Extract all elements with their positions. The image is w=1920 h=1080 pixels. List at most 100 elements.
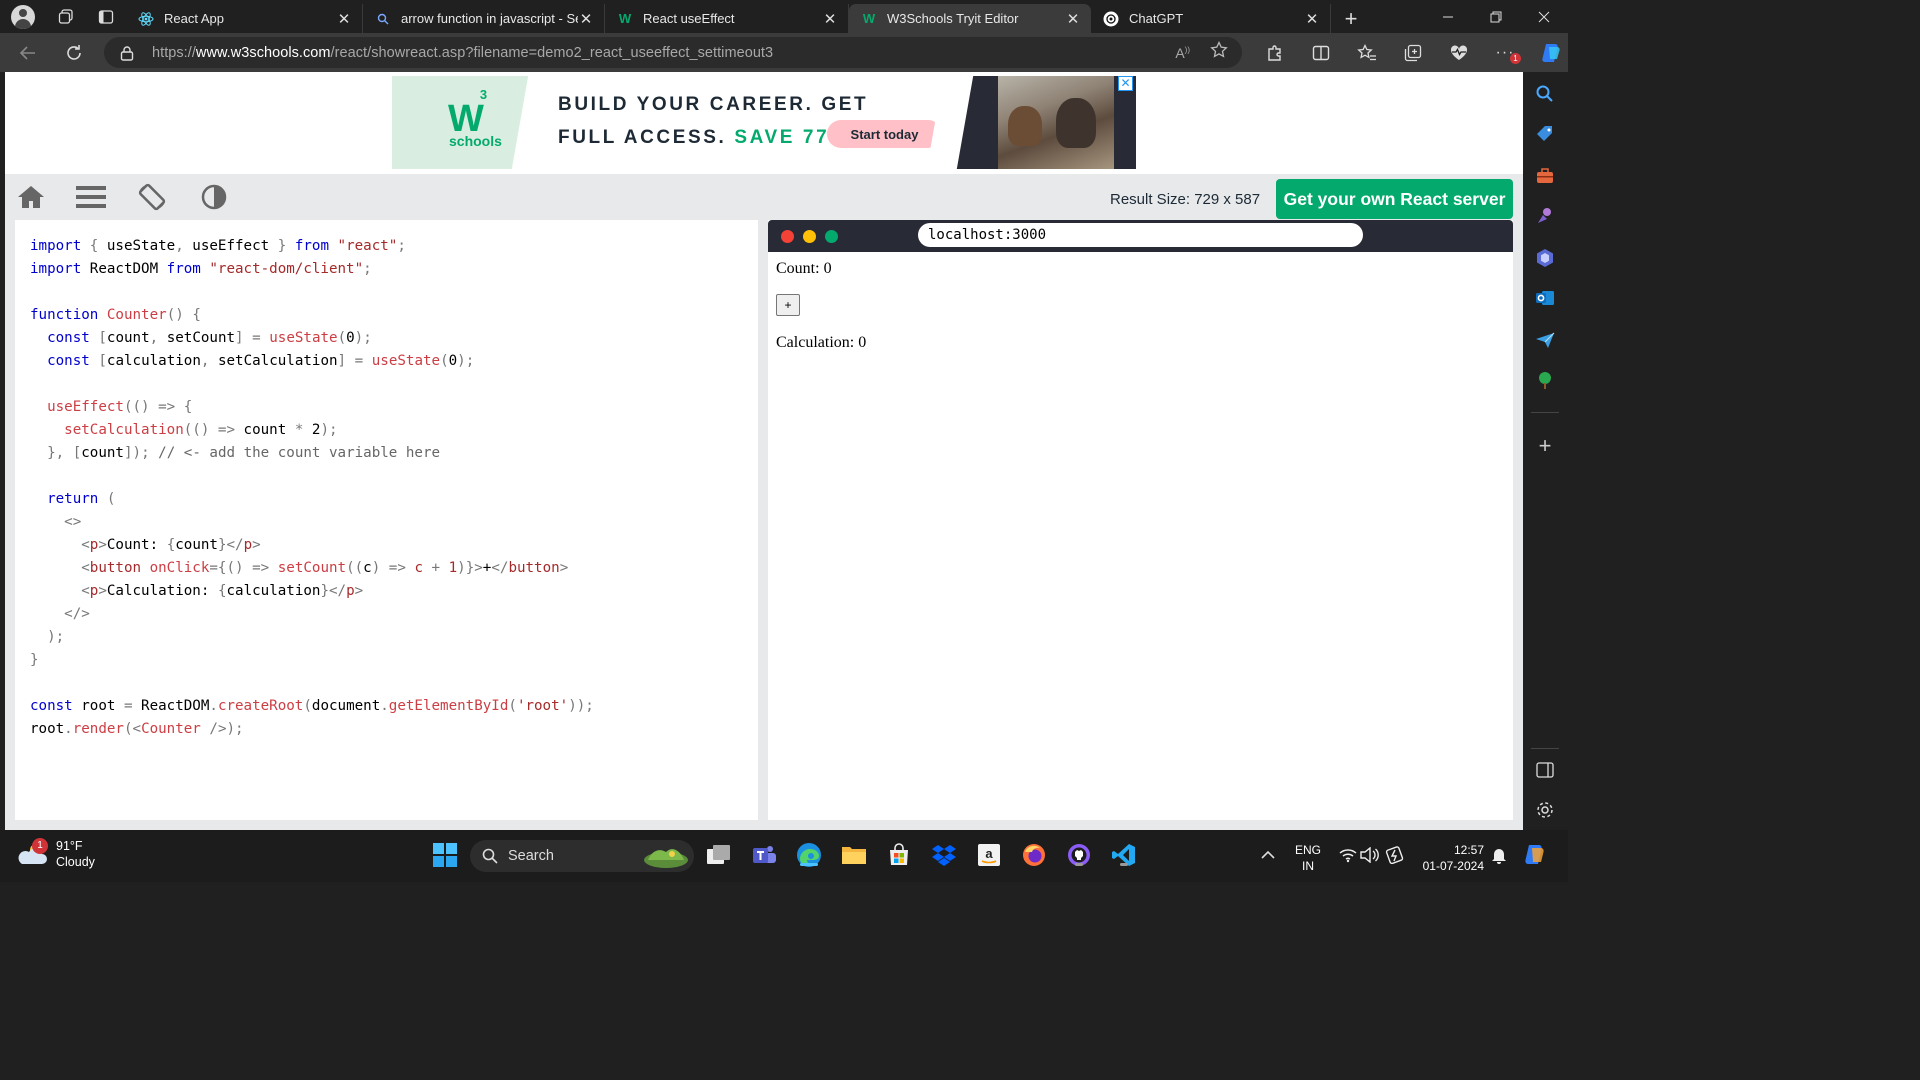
- profile-button[interactable]: [0, 0, 46, 33]
- tab-actions-button[interactable]: [86, 0, 126, 33]
- extensions-button[interactable]: [1252, 33, 1298, 72]
- windows-taskbar: 1 91°F Cloudy Search a ENG IN 12:57 01-0…: [0, 830, 1568, 882]
- w3schools-logo-text: schools: [449, 133, 502, 149]
- close-tab-icon[interactable]: ✕: [1304, 10, 1320, 28]
- menu-button[interactable]: [76, 182, 106, 212]
- teams-button[interactable]: [749, 840, 779, 870]
- firefox-icon: [1023, 844, 1045, 866]
- tab-search[interactable]: arrow function in javascript - Sea ✕: [363, 4, 605, 33]
- start-button[interactable]: [430, 840, 460, 870]
- ad-start-today-button[interactable]: Start today: [827, 120, 942, 148]
- home-icon: [18, 186, 44, 208]
- code-line-5: const [count, setCount] = useState(0);: [47, 330, 372, 346]
- sidebar-tools-button[interactable]: [1533, 164, 1557, 188]
- sidebar-outlook-button[interactable]: [1533, 286, 1557, 310]
- new-tab-button[interactable]: +: [1331, 4, 1371, 33]
- windows-logo-icon: [433, 843, 457, 867]
- tab-strip: React App ✕ arrow function in javascript…: [0, 0, 1568, 33]
- tab-title: React App: [164, 11, 224, 26]
- code-line-4: function Counter() {: [30, 307, 201, 323]
- sidebar-shopping-button[interactable]: [1533, 122, 1557, 146]
- sidebar-settings-button[interactable]: [1533, 798, 1557, 822]
- close-tab-icon[interactable]: ✕: [1065, 10, 1081, 28]
- time-text: 12:57: [1453, 843, 1484, 857]
- code-line-6: const [calculation, setCalculation] = us…: [47, 353, 475, 369]
- copilot-icon: [1542, 43, 1560, 62]
- sidebar-games-button[interactable]: [1533, 204, 1557, 228]
- increment-button[interactable]: +: [776, 294, 800, 316]
- code-line-22: root.render(<Counter />);: [30, 721, 244, 737]
- teams-icon: [753, 846, 776, 863]
- sidebar-tree-button[interactable]: [1533, 368, 1557, 392]
- active-app-indicator: [800, 863, 818, 866]
- code-text[interactable]: import { useState, useEffect } from "rea…: [30, 235, 594, 741]
- plus-icon: +: [1538, 433, 1552, 458]
- github-button[interactable]: [1064, 840, 1094, 870]
- back-button[interactable]: [6, 33, 50, 72]
- edge-taskbar-button[interactable]: [794, 840, 824, 870]
- close-window-button[interactable]: [1520, 0, 1568, 33]
- code-line-16: <p>Calculation: {calculation}</p>: [81, 583, 364, 599]
- rotate-button[interactable]: [137, 182, 167, 212]
- search-label: Search: [508, 848, 554, 864]
- file-explorer-button[interactable]: [839, 840, 869, 870]
- tab-w3schools-tryit[interactable]: W W3Schools Tryit Editor ✕: [849, 4, 1091, 33]
- favorites-button[interactable]: [1344, 33, 1390, 72]
- code-editor[interactable]: import { useState, useEffect } from "rea…: [15, 220, 758, 820]
- browser-toolbar-icons: ··· 1: [1252, 33, 1574, 72]
- tab-react-app[interactable]: React App ✕: [126, 4, 363, 33]
- result-window-bar: localhost:3000: [768, 220, 1513, 252]
- battery-button[interactable]: [1380, 840, 1410, 870]
- minimize-button[interactable]: [1424, 0, 1472, 33]
- task-view-button[interactable]: [704, 840, 734, 870]
- sidebar-hide-button[interactable]: [1533, 758, 1557, 782]
- theme-toggle-button[interactable]: [199, 182, 229, 212]
- read-aloud-icon[interactable]: A)): [1175, 45, 1190, 61]
- show-hidden-icons-button[interactable]: [1253, 840, 1283, 870]
- sidebar-add-button[interactable]: +: [1533, 433, 1557, 458]
- sidebar-copilot-button[interactable]: [1533, 246, 1557, 270]
- sidebar-send-button[interactable]: [1533, 328, 1557, 352]
- language-indicator[interactable]: ENG IN: [1292, 842, 1324, 874]
- address-bar[interactable]: https://www.w3schools.com/react/showreac…: [104, 37, 1242, 68]
- microsoft-store-button[interactable]: [884, 840, 914, 870]
- close-tab-icon[interactable]: ✕: [336, 10, 352, 28]
- restore-button[interactable]: [1472, 0, 1520, 33]
- copilot-taskbar-button[interactable]: [1520, 840, 1550, 870]
- clock[interactable]: 12:57 01-07-2024: [1418, 842, 1484, 874]
- copilot-button[interactable]: [1528, 33, 1574, 72]
- firefox-button[interactable]: [1019, 840, 1049, 870]
- workspaces-button[interactable]: [46, 0, 86, 33]
- get-react-server-button[interactable]: Get your own React server: [1276, 179, 1513, 219]
- chatgpt-icon: [1103, 11, 1119, 27]
- collections-button[interactable]: [1390, 33, 1436, 72]
- close-tab-icon[interactable]: ✕: [578, 10, 594, 28]
- taskbar-search-box[interactable]: Search: [470, 840, 694, 872]
- settings-more-button[interactable]: ··· 1: [1482, 33, 1528, 72]
- search-icon: [482, 848, 498, 864]
- split-screen-button[interactable]: [1298, 33, 1344, 72]
- notifications-button[interactable]: [1484, 840, 1514, 870]
- amazon-button[interactable]: a: [974, 840, 1004, 870]
- advertisement-banner[interactable]: W3 schools BUILD YOUR CAREER. GET FULL A…: [392, 76, 1136, 169]
- close-tab-icon[interactable]: ✕: [822, 10, 838, 28]
- sidebar-search-button[interactable]: [1533, 82, 1557, 106]
- tab-list: React App ✕ arrow function in javascript…: [126, 0, 1371, 33]
- code-line-10: }, [count]); // <- add the count variabl…: [47, 445, 441, 461]
- favorite-star-icon[interactable]: [1210, 40, 1228, 64]
- vscode-button[interactable]: [1109, 840, 1139, 870]
- dropbox-button[interactable]: [929, 840, 959, 870]
- sidebar-divider: [1531, 412, 1559, 413]
- tab-chatgpt[interactable]: ChatGPT ✕: [1091, 4, 1331, 33]
- browser-essentials-button[interactable]: [1436, 33, 1482, 72]
- language-code: ENG: [1294, 843, 1321, 857]
- toolbox-icon: [1537, 168, 1553, 183]
- weather-widget[interactable]: 1 91°F Cloudy: [16, 838, 95, 870]
- ad-close-icon[interactable]: ✕: [1118, 76, 1133, 91]
- tab-react-useeffect[interactable]: W React useEffect ✕: [605, 4, 849, 33]
- home-button[interactable]: [16, 182, 46, 212]
- refresh-button[interactable]: [52, 33, 96, 72]
- ad-headline-2: FULL ACCESS. SAVE 770$: [558, 127, 856, 148]
- search-highlight-icon: [644, 849, 688, 868]
- games-icon: [1538, 208, 1551, 223]
